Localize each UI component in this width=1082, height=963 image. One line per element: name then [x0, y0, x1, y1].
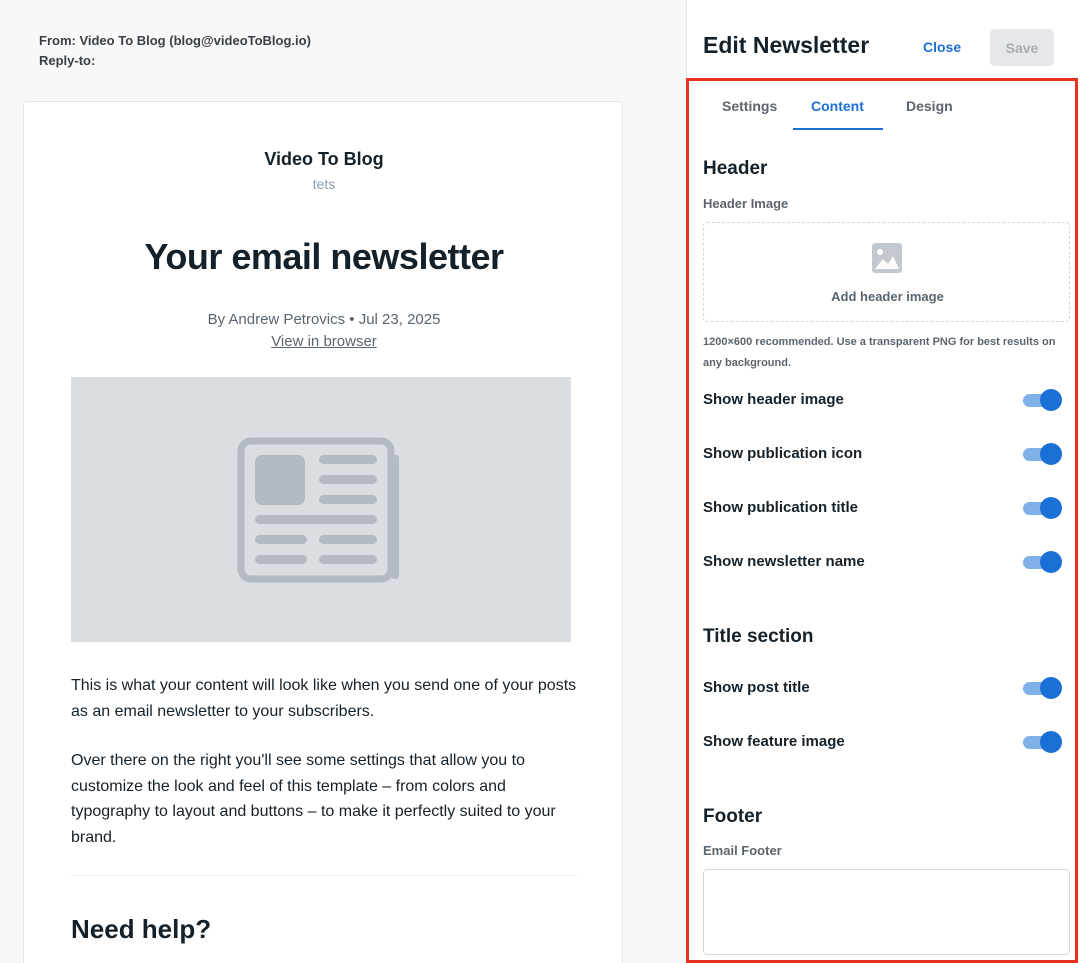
from-line: From: Video To Blog (blog@videoToBlog.io…: [39, 33, 311, 48]
email-meta: From: Video To Blog (blog@videoToBlog.io…: [39, 31, 311, 71]
toggle-row-header-image: Show header image: [703, 388, 1063, 412]
show-header-image-toggle[interactable]: [1023, 389, 1062, 411]
help-heading: Need help?: [71, 914, 212, 944]
header-image-label: Header Image: [703, 196, 789, 211]
view-in-browser-link[interactable]: View in browser: [271, 333, 377, 350]
view-in-browser: View in browser: [24, 333, 624, 350]
toggle-label: Show post title: [703, 679, 810, 696]
image-icon: [872, 243, 902, 273]
toggle-label: Show publication title: [703, 499, 858, 516]
header-section-title: Header: [703, 158, 768, 179]
edit-newsletter-panel: Edit Newsletter Close Save Settings Cont…: [686, 0, 1082, 963]
show-publication-title-toggle[interactable]: [1023, 497, 1062, 519]
toggle-row-publication-icon: Show publication icon: [703, 442, 1063, 466]
email-footer-label: Email Footer: [703, 843, 782, 858]
newspaper-icon: [237, 437, 399, 582]
email-preview: From: Video To Blog (blog@videoToBlog.io…: [0, 0, 686, 963]
tab-design[interactable]: Design: [906, 98, 953, 114]
toggle-row-feature-image: Show feature image: [703, 730, 1063, 754]
save-button[interactable]: Save: [990, 29, 1054, 66]
upload-label: Add header image: [831, 289, 944, 304]
byline: By Andrew Petrovics • Jul 23, 2025: [207, 311, 441, 328]
toggle-label: Show newsletter name: [703, 553, 865, 570]
show-publication-icon-toggle[interactable]: [1023, 443, 1062, 465]
show-feature-image-toggle[interactable]: [1023, 731, 1062, 753]
show-post-title-toggle[interactable]: [1023, 677, 1062, 699]
toggle-row-post-title: Show post title: [703, 676, 1063, 700]
toggle-label: Show publication icon: [703, 445, 863, 462]
header-image-upload[interactable]: Add header image: [703, 222, 1070, 322]
toggle-row-publication-title: Show publication title: [703, 496, 1063, 520]
feature-image-placeholder: [71, 377, 571, 642]
reply-to-line: Reply-to:: [39, 53, 96, 68]
email-footer-input[interactable]: [703, 869, 1070, 955]
tab-settings[interactable]: Settings: [722, 98, 777, 114]
footer-section-title: Footer: [703, 806, 763, 827]
header-image-hint: 1200×600 recommended. Use a transparent …: [703, 336, 1056, 369]
newsletter-name: tets: [312, 176, 336, 192]
toggle-label: Show header image: [703, 391, 844, 408]
title-section-title: Title section: [703, 626, 814, 647]
tab-content[interactable]: Content: [811, 98, 864, 114]
body-paragraph-2: Over there on the right you'll see some …: [71, 752, 556, 846]
body-paragraph-1: This is what your content will look like…: [71, 677, 577, 720]
post-title: Your email newsletter: [144, 236, 504, 277]
email-card: Video To Blog tets Your email newsletter…: [23, 101, 623, 963]
publication-title: Video To Blog: [264, 149, 384, 169]
active-tab-indicator: [793, 128, 883, 130]
toggle-label: Show feature image: [703, 733, 845, 750]
toggle-row-newsletter-name: Show newsletter name: [703, 550, 1063, 574]
close-button[interactable]: Close: [923, 39, 961, 55]
content-divider: [71, 875, 577, 876]
panel-tabs: Settings Content Design: [703, 88, 1063, 130]
panel-title: Edit Newsletter: [703, 32, 870, 58]
show-newsletter-name-toggle[interactable]: [1023, 551, 1062, 573]
